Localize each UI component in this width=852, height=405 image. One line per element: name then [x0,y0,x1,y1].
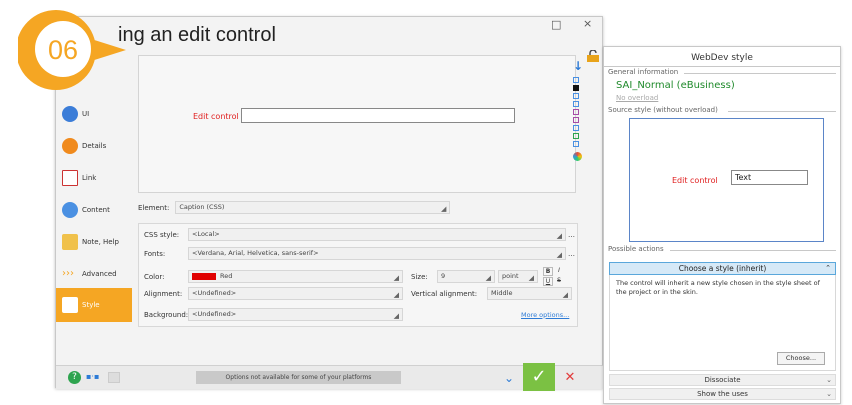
chevron-down-icon: ⌄ [826,376,832,384]
source-edit-input[interactable]: Text [731,170,808,185]
bold-toggle[interactable]: B [543,267,553,276]
sidebar-item-details[interactable]: Details [62,132,132,160]
advanced-icon: ››› [62,268,74,279]
dropdown-icon: ◢ [562,291,568,299]
size-unit-select[interactable]: point ◢ [498,270,538,283]
alignment-select[interactable]: <Undefined> ◢ [188,287,403,300]
close-button[interactable]: × [583,17,592,30]
padding-tool-icon[interactable] [573,125,579,131]
frame-tool-icon[interactable] [573,93,579,99]
step-number: 06 [48,35,78,65]
margin-tool-icon[interactable] [573,101,579,107]
dropdown-icon: ◢ [393,312,399,320]
sidebar-item-link[interactable]: Link [62,164,132,192]
vertical-alignment-select[interactable]: Middle ◢ [487,287,572,300]
dropdown-icon: ◢ [485,274,491,282]
platform-warning: Options not available for some of your p… [196,371,401,384]
properties-panel: CSS style: <Local> ◢ … Fonts: <Verdana, A… [138,223,578,327]
element-row: Element: Caption (CSS) ◢ [138,201,451,214]
gradient-tool-icon[interactable] [573,117,579,123]
preview-caption: Edit control [193,112,239,121]
sidebar: UI Details Link Content Note, Help ››› A… [56,72,132,372]
border-tool-icon[interactable] [573,77,579,83]
background-select[interactable]: <Undefined> ◢ [188,308,403,321]
content-icon [62,202,78,218]
control-preview: Edit control [138,55,576,193]
color-swatch [192,272,216,280]
dialog-footer: ? ▪·▪ Options not available for some of … [56,363,604,391]
dissociate-section[interactable]: Dissociate ⌄ [609,374,836,386]
link-icon [62,170,78,186]
no-overload-link[interactable]: No overload [616,94,658,102]
underline-toggle[interactable]: U [543,277,553,286]
ok-button[interactable]: ✓ [523,363,555,391]
css-style-more-button[interactable]: … [568,231,575,239]
style-toolbar: ↓ [573,59,591,161]
choose-style-section[interactable]: Choose a style (inherit) ⌃ [609,262,836,275]
cancel-button[interactable]: ✕ [559,368,581,388]
dropdown-icon: ◢ [440,205,447,213]
source-style-preview: Edit control Text [629,118,824,242]
network-icon[interactable]: ▪·▪ [86,372,99,381]
style-icon [62,297,78,313]
color-wheel-icon[interactable] [573,152,582,161]
fonts-select[interactable]: <Verdana, Arial, Helvetica, sans-serif> ◢ [188,247,566,260]
chevron-up-icon: ⌃ [825,264,831,272]
preview-edit-input[interactable] [241,108,515,123]
sidebar-item-style[interactable]: Style [56,288,132,322]
arrow-down-icon[interactable]: ↓ [573,59,591,73]
help-icon[interactable]: ? [68,371,81,384]
ui-icon [62,106,78,122]
fonts-more-button[interactable]: … [568,250,575,258]
dialog-title: ing an edit control [118,24,276,46]
edit-control-dialog: ing an edit control □ × UI Details Link … [55,16,604,391]
dropdown-icon: ◢ [528,274,534,282]
step-badge: 06 [18,10,126,90]
dropdown-icon: ◢ [556,232,562,240]
color-select[interactable]: Red ◢ [188,270,403,283]
size-tool-icon[interactable] [573,141,579,147]
chevron-down-icon: ⌄ [826,390,832,398]
sidebar-item-ui[interactable]: UI [62,100,132,128]
dropdown-icon: ◢ [393,291,399,299]
more-options-link[interactable]: More options... [521,311,569,319]
dropdown-icon: ◢ [556,251,562,259]
inherit-description: The control will inherit a new style cho… [616,279,820,296]
panel-title: WebDev style [691,53,753,63]
choose-button[interactable]: Choose... [777,352,825,365]
maximize-button[interactable]: □ [551,18,561,31]
webdev-style-panel: WebDev style General information SAI_Nor… [603,46,841,404]
style-name: SAI_Normal (eBusiness) [616,80,735,91]
italic-toggle[interactable]: I [554,267,564,276]
image-tool-icon[interactable] [573,133,579,139]
size-select[interactable]: 9 ◢ [437,270,495,283]
collapse-button[interactable]: ⌄ [498,368,520,388]
grid-icon[interactable] [108,372,120,383]
details-icon [62,138,78,154]
note-icon [62,234,78,250]
sidebar-item-content[interactable]: Content [62,196,132,224]
source-caption: Edit control [672,176,718,185]
css-style-select[interactable]: <Local> ◢ [188,228,566,241]
sidebar-item-advanced[interactable]: ››› Advanced [62,260,132,288]
shadow-tool-icon[interactable] [573,109,579,115]
dropdown-icon: ◢ [393,274,399,282]
show-uses-section[interactable]: Show the uses ⌄ [609,388,836,400]
sidebar-item-note-help[interactable]: Note, Help [62,228,132,256]
element-select[interactable]: Caption (CSS) ◢ [175,201,451,214]
strike-toggle[interactable]: S [554,277,564,286]
fill-tool-icon[interactable] [573,85,579,91]
